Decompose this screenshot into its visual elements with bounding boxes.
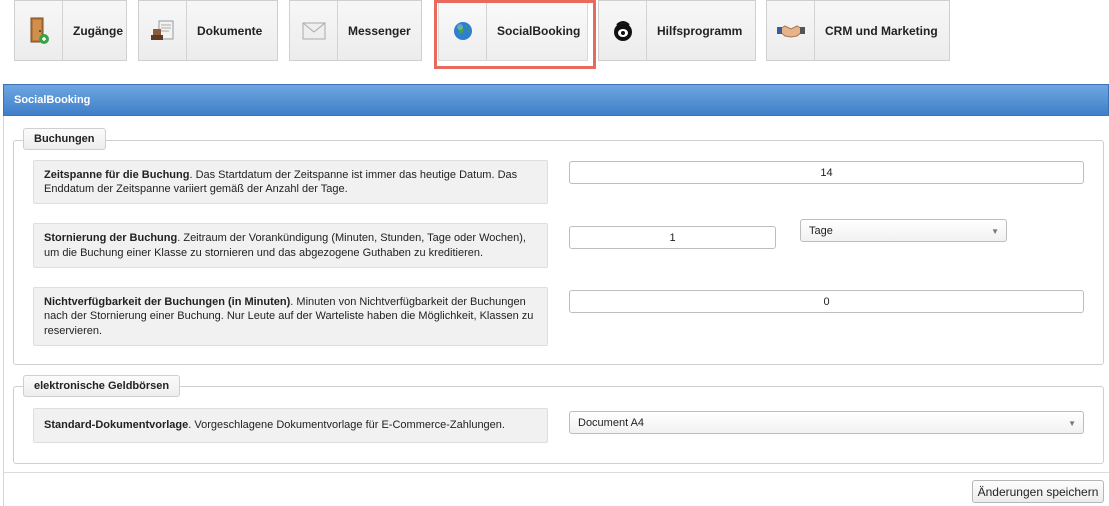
envelope-icon — [290, 1, 338, 60]
zeitspanne-description: Zeitspanne für die Buchung. Das Startdat… — [33, 160, 548, 204]
stamp-document-icon — [139, 1, 187, 60]
tab-socialbooking[interactable]: SocialBooking — [438, 0, 588, 61]
dokumentvorlage-description: Standard-Dokumentvorlage. Vorgeschlagene… — [33, 408, 548, 443]
dokumentvorlage-label: Standard-Dokumentvorlage — [44, 419, 189, 432]
zeitspanne-input[interactable]: 14 — [569, 161, 1084, 184]
geldboersen-legend: elektronische Geldbörsen — [23, 375, 181, 397]
dokumentvorlage-value: Document A4 — [578, 416, 645, 429]
chevron-down-icon: ▼ — [991, 227, 999, 236]
buchungen-legend: Buchungen — [23, 128, 106, 150]
globe-icon — [439, 1, 487, 60]
tab-hilfsprogramm[interactable]: Hilfsprogramm — [598, 0, 756, 61]
nichtverfuegbarkeit-label: Nichtverfügbarkeit der Buchungen (in Min… — [44, 295, 291, 308]
tab-label: Zugänge — [73, 23, 123, 38]
footer-divider — [3, 472, 1109, 473]
dokumentvorlage-text: . Vorgeschlagene Dokumentvorlage für E-C… — [188, 419, 505, 432]
save-changes-button[interactable]: Änderungen speichern — [972, 480, 1104, 503]
zeitspanne-label: Zeitspanne für die Buchung — [44, 168, 190, 181]
stornierung-input[interactable]: 1 — [569, 226, 776, 249]
stornierung-unit-value: Tage — [809, 224, 833, 237]
handshake-icon — [767, 1, 815, 60]
tab-crm-marketing[interactable]: CRM und Marketing — [766, 0, 950, 61]
tab-label: SocialBooking — [497, 23, 581, 38]
tab-label: Messenger — [348, 23, 411, 38]
tab-label: CRM und Marketing — [825, 23, 938, 38]
tab-label: Dokumente — [197, 23, 263, 38]
stornierung-unit-select[interactable]: Tage ▼ — [800, 219, 1007, 242]
dokumentvorlage-select[interactable]: Document A4 ▼ — [569, 411, 1084, 434]
chevron-down-icon: ▼ — [1068, 419, 1076, 428]
tab-zugaenge[interactable]: Zugänge — [14, 0, 127, 61]
tab-label: Hilfsprogramm — [657, 23, 743, 38]
nichtverfuegbarkeit-input[interactable]: 0 — [569, 290, 1084, 313]
stornierung-label: Stornierung der Buchung — [44, 232, 178, 244]
tab-dokumente[interactable]: Dokumente — [138, 0, 278, 61]
nichtverfuegbarkeit-description: Nichtverfügbarkeit der Buchungen (in Min… — [33, 287, 548, 346]
stornierung-description: Stornierung der Buchung. Zeitraum der Vo… — [33, 223, 548, 268]
headset-icon — [599, 1, 647, 60]
tab-messenger[interactable]: Messenger — [289, 0, 422, 61]
panel-title: SocialBooking — [3, 84, 1109, 116]
door-exit-icon — [15, 1, 63, 60]
